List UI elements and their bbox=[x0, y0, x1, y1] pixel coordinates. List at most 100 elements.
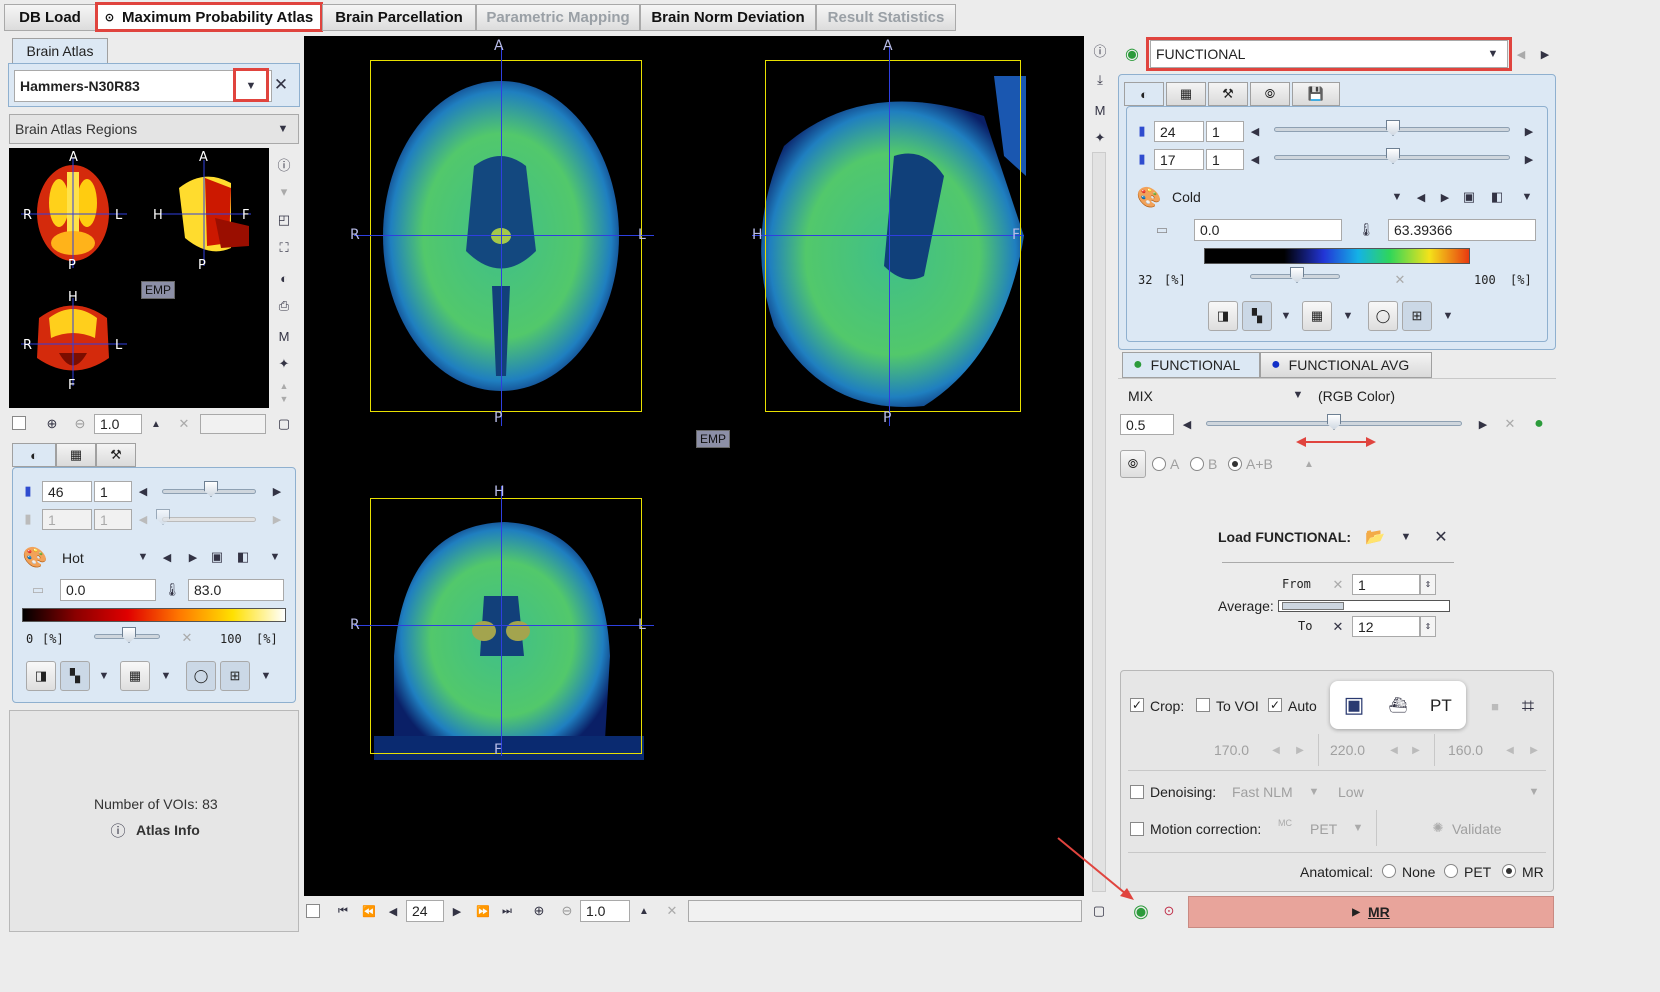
cold-colorbar[interactable] bbox=[1204, 248, 1470, 264]
mix-field[interactable]: 0.5 bbox=[1120, 414, 1174, 435]
crop-icon[interactable]: ⌗ bbox=[1514, 692, 1542, 720]
info-icon[interactable]: ⓘ bbox=[1090, 40, 1110, 60]
arrow-down-icon[interactable]: ▾ bbox=[274, 182, 294, 202]
palette-icon[interactable]: 🎨 bbox=[1136, 185, 1162, 209]
tab-brain-parcellation[interactable]: Brain Parcellation bbox=[322, 4, 476, 31]
caret-up-icon[interactable]: ▲ bbox=[1302, 456, 1316, 472]
reset-icon[interactable]: ✕ bbox=[176, 414, 192, 434]
thermometer-icon[interactable]: 🌡 bbox=[1356, 219, 1376, 241]
caret-left-icon[interactable]: ◀ bbox=[1388, 742, 1400, 758]
camera-icon[interactable]: ◧ bbox=[234, 548, 252, 566]
scroll-up-icon[interactable]: ▲ bbox=[274, 380, 294, 392]
reset-icon[interactable]: ✕ bbox=[664, 902, 680, 920]
crosshair-icon[interactable]: ✦ bbox=[1090, 128, 1110, 148]
denoising-checkbox[interactable] bbox=[1130, 785, 1144, 799]
close-icon[interactable]: ✕ bbox=[180, 630, 194, 646]
chevron-down-icon[interactable]: ▼ bbox=[96, 668, 112, 684]
cube-icon[interactable]: ▢ bbox=[274, 414, 294, 434]
caret-left-icon[interactable]: ◀ bbox=[136, 482, 150, 500]
chevron-down-icon[interactable]: ▼ bbox=[1518, 188, 1536, 206]
atlas-info-link[interactable]: Atlas Info bbox=[136, 822, 200, 838]
min-field[interactable]: 0.0 bbox=[60, 579, 156, 601]
tab-save[interactable]: 💾 bbox=[1292, 82, 1340, 106]
frame-field[interactable]: 1 bbox=[42, 509, 92, 530]
chevron-down-icon[interactable]: ▼ bbox=[1306, 784, 1322, 800]
pan-slider[interactable] bbox=[688, 900, 1082, 922]
chevron-down-icon[interactable]: ▼ bbox=[1398, 528, 1414, 546]
first-icon[interactable]: ⏮ bbox=[334, 902, 352, 920]
tab-fusion[interactable]: ⦾ bbox=[1250, 82, 1290, 106]
tab-contrast[interactable]: ◐ bbox=[1124, 82, 1164, 106]
max-field[interactable]: 83.0 bbox=[188, 579, 284, 601]
caret-left-icon[interactable]: ◀ bbox=[1248, 150, 1262, 168]
close-icon[interactable]: ✕ bbox=[1502, 415, 1518, 433]
caret-left-icon[interactable]: ◀ bbox=[1414, 188, 1428, 206]
chevron-down-icon[interactable]: ▼ bbox=[1350, 820, 1366, 836]
last-icon[interactable]: ⏭ bbox=[498, 902, 516, 920]
close-icon[interactable]: ✕ bbox=[1330, 576, 1346, 594]
radio-b[interactable] bbox=[1190, 457, 1204, 471]
caret-right-icon[interactable]: ▶ bbox=[1522, 122, 1536, 140]
frame-field[interactable]: 17 bbox=[1154, 149, 1204, 170]
thermometer-icon[interactable]: 🌡 bbox=[162, 579, 182, 601]
contrast-icon[interactable]: ◐ bbox=[274, 268, 294, 288]
stop-icon[interactable]: ■ bbox=[1486, 697, 1504, 715]
regions-select[interactable]: Brain Atlas Regions bbox=[9, 114, 299, 144]
grid-button[interactable]: ▦ bbox=[120, 661, 150, 691]
export-icon[interactable]: ⤓ bbox=[1090, 70, 1110, 90]
caret-right-icon[interactable]: ▶ bbox=[1410, 742, 1422, 758]
caret-right-icon[interactable]: ▶ bbox=[1528, 742, 1540, 758]
forward-icon[interactable]: ⏩ bbox=[474, 902, 492, 920]
grid-button[interactable]: ▦ bbox=[1302, 301, 1332, 331]
fusion-mode-button[interactable]: ⦾ bbox=[1120, 450, 1146, 478]
tab-db-load[interactable]: DB Load bbox=[4, 4, 96, 31]
series-green-icon[interactable]: ◉ bbox=[1130, 900, 1152, 922]
slice-field[interactable]: 46 bbox=[42, 481, 92, 502]
frame-step-field[interactable]: 1 bbox=[94, 509, 132, 530]
caret-right-icon[interactable]: ▶ bbox=[1294, 742, 1306, 758]
ruler-button[interactable]: ⊞ bbox=[220, 661, 250, 691]
green-dot-icon[interactable]: ● bbox=[1530, 415, 1548, 433]
caret-up-icon[interactable]: ▲ bbox=[636, 902, 652, 920]
caret-right-icon[interactable]: ▶ bbox=[270, 482, 284, 500]
caret-right-icon[interactable]: ▶ bbox=[1538, 44, 1552, 64]
radio-ab[interactable] bbox=[1228, 457, 1242, 471]
crosshair-icon[interactable]: ✦ bbox=[274, 354, 294, 374]
atlas-thumbnail-viewer[interactable]: A R L P A H F P H R L F EMP bbox=[9, 148, 269, 408]
zoom-in-icon[interactable]: ⊕ bbox=[530, 902, 548, 920]
tab-layout[interactable]: ▦ bbox=[56, 443, 96, 467]
close-icon[interactable]: ✕ bbox=[272, 74, 290, 96]
chevron-down-icon[interactable]: ▼ bbox=[1290, 386, 1306, 404]
chevron-down-icon[interactable]: ▼ bbox=[1388, 188, 1406, 206]
layout-checkbox[interactable] bbox=[306, 904, 320, 918]
hot-colorbar[interactable] bbox=[22, 608, 286, 622]
close-icon[interactable]: ✕ bbox=[1392, 271, 1408, 289]
caret-right-icon[interactable]: ▶ bbox=[1476, 415, 1490, 433]
auto-checkbox[interactable]: ✓ bbox=[1268, 698, 1282, 712]
frame-slider[interactable] bbox=[162, 517, 256, 522]
zoom-in-icon[interactable]: ⊕ bbox=[42, 414, 62, 434]
image-viewer[interactable]: A P R L A P H F H F R L EMP bbox=[304, 36, 1084, 896]
tab-contrast[interactable]: ◐ bbox=[12, 443, 56, 467]
caret-left-icon[interactable]: ◀ bbox=[160, 548, 174, 566]
to-field[interactable]: 12 bbox=[1352, 616, 1420, 637]
open-folder-icon[interactable]: 📂 bbox=[1362, 526, 1388, 548]
spinner-icon[interactable]: ⇕ bbox=[1420, 574, 1436, 595]
caret-up-icon[interactable]: ▲ bbox=[148, 414, 164, 434]
slice-step-field[interactable]: 1 bbox=[1206, 121, 1244, 142]
overlay-button[interactable]: ▚ bbox=[60, 661, 90, 691]
fit-icon[interactable]: ⛶ bbox=[274, 238, 294, 258]
radio-a[interactable] bbox=[1152, 457, 1166, 471]
chevron-down-icon[interactable]: ▼ bbox=[258, 668, 274, 684]
slice-step-field[interactable]: 1 bbox=[94, 481, 132, 502]
chevron-down-icon[interactable]: ▼ bbox=[1278, 308, 1294, 324]
denoising-method[interactable]: Fast NLM bbox=[1232, 784, 1293, 800]
zoom-out-icon[interactable]: ⊖ bbox=[70, 414, 90, 434]
frame-step-field[interactable]: 1 bbox=[1206, 149, 1244, 170]
tovoi-checkbox[interactable] bbox=[1196, 698, 1210, 712]
contour-button[interactable]: ◯ bbox=[186, 661, 216, 691]
mix-slider-thumb[interactable] bbox=[1327, 414, 1341, 430]
caret-right-icon[interactable]: ▶ bbox=[270, 510, 284, 528]
layout-checkbox[interactable] bbox=[12, 416, 26, 430]
tab-layout[interactable]: ▦ bbox=[1166, 82, 1206, 106]
